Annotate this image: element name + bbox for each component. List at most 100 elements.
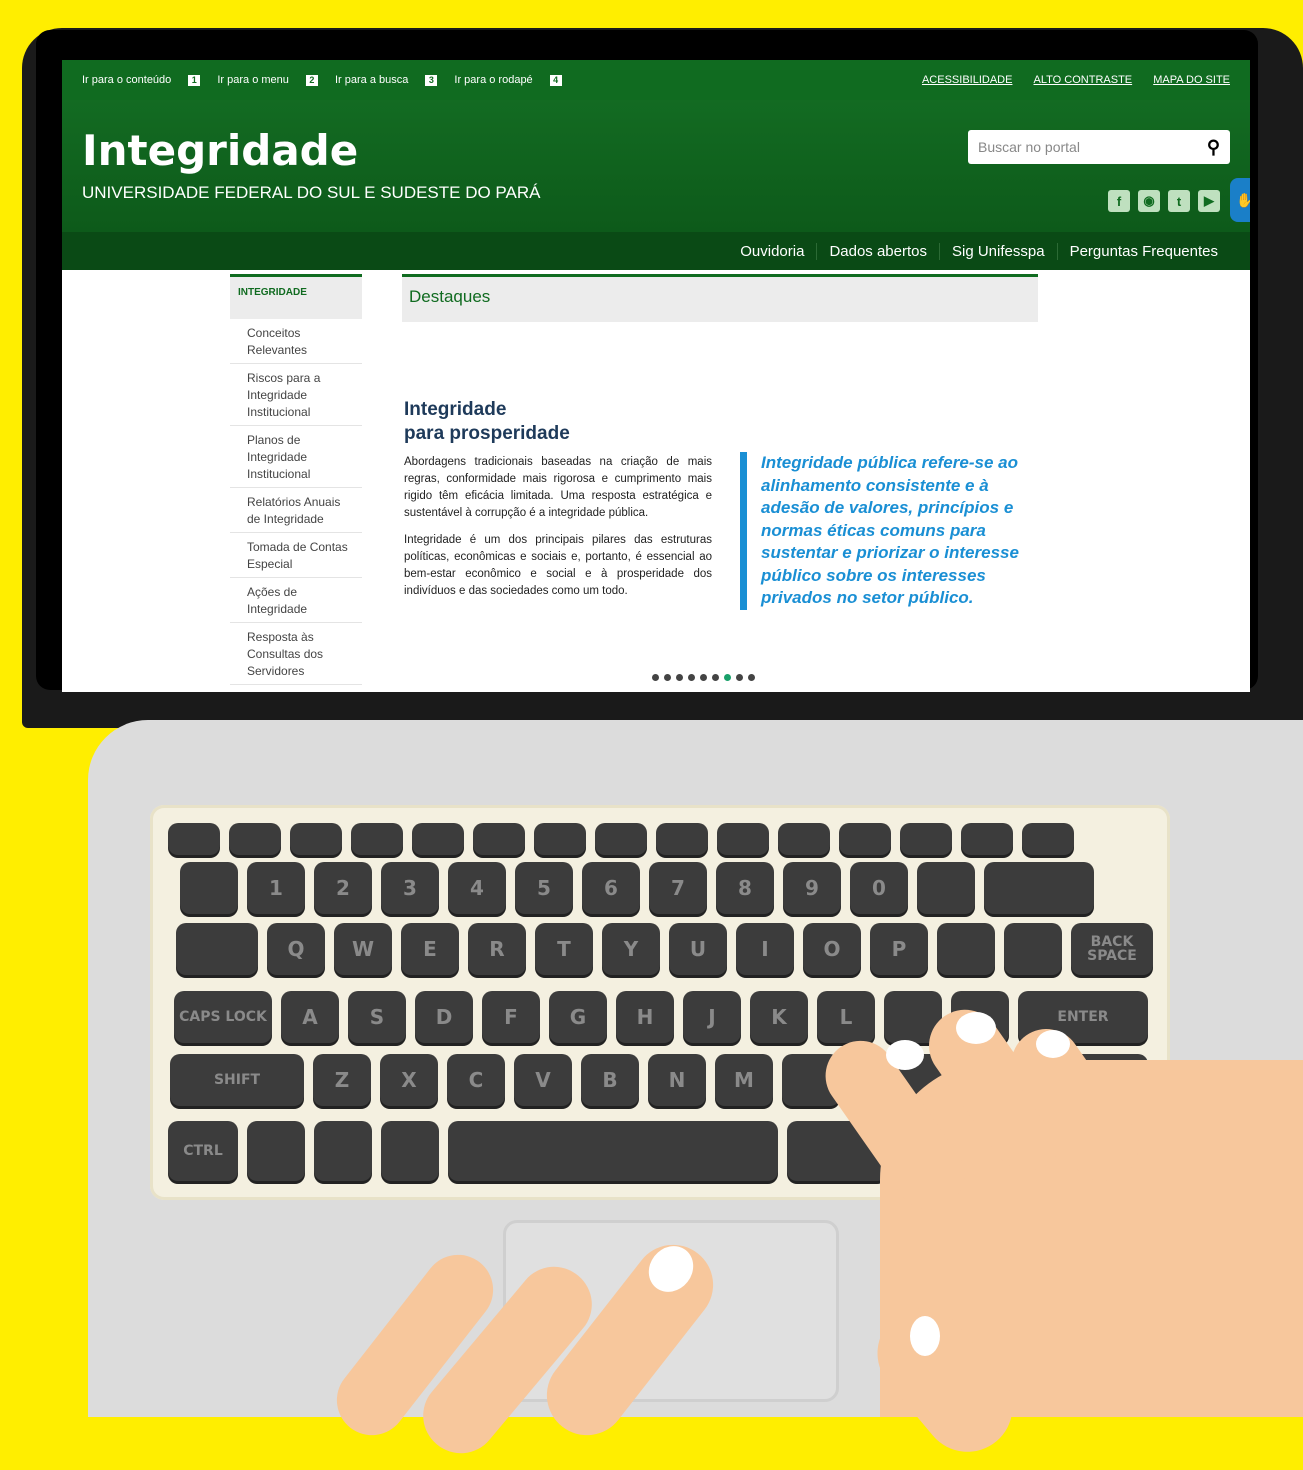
- carousel-dot[interactable]: [652, 674, 659, 681]
- keyboard-key[interactable]: [717, 823, 769, 855]
- keyboard-key[interactable]: 6: [582, 862, 640, 914]
- sidebar-item-riscos[interactable]: Riscos para a Integridade Institucional: [230, 364, 362, 426]
- keyboard-key[interactable]: [961, 823, 1013, 855]
- keyboard-key[interactable]: K: [750, 991, 808, 1043]
- keyboard-key[interactable]: B: [581, 1054, 639, 1106]
- sidebar-heading[interactable]: INTEGRIDADE: [230, 274, 362, 319]
- keyboard-key[interactable]: [1004, 923, 1062, 975]
- keyboard-key[interactable]: O: [803, 923, 861, 975]
- keyboard-key[interactable]: [656, 823, 708, 855]
- search-input[interactable]: Buscar no portal ⚲: [968, 130, 1230, 164]
- keyboard-key[interactable]: P: [870, 923, 928, 975]
- high-contrast-link[interactable]: ALTO CONTRASTE: [1034, 74, 1133, 86]
- instagram-icon[interactable]: ◉: [1138, 190, 1160, 212]
- youtube-icon[interactable]: ▶: [1198, 190, 1220, 212]
- keyboard-key[interactable]: M: [715, 1054, 773, 1106]
- keyboard-key[interactable]: CTRL: [168, 1121, 238, 1181]
- facebook-icon[interactable]: f: [1108, 190, 1130, 212]
- sidebar-item-acoes[interactable]: Ações de Integridade: [230, 578, 362, 623]
- keyboard-key[interactable]: [412, 823, 464, 855]
- keyboard-key[interactable]: D: [415, 991, 473, 1043]
- keyboard-key[interactable]: F: [482, 991, 540, 1043]
- keyboard-key[interactable]: [534, 823, 586, 855]
- nav-perguntas-frequentes[interactable]: Perguntas Frequentes: [1056, 242, 1230, 260]
- nav-ouvidoria[interactable]: Ouvidoria: [728, 243, 816, 260]
- search-icon[interactable]: ⚲: [1207, 137, 1220, 158]
- keyboard-key[interactable]: [247, 1121, 305, 1181]
- keyboard-key[interactable]: V: [514, 1054, 572, 1106]
- keyboard-key[interactable]: E: [401, 923, 459, 975]
- sidebar-item-relatorios[interactable]: Relatórios Anuais de Integridade: [230, 488, 362, 533]
- carousel-dot[interactable]: [700, 674, 707, 681]
- keyboard-key[interactable]: A: [281, 991, 339, 1043]
- carousel-dot[interactable]: [748, 674, 755, 681]
- skip-link-search[interactable]: Ir para a busca 3: [335, 74, 438, 86]
- keyboard-key[interactable]: C: [447, 1054, 505, 1106]
- keyboard-key[interactable]: 8: [716, 862, 774, 914]
- keyboard-key[interactable]: CAPS LOCK: [174, 991, 272, 1043]
- sidebar-item-resposta[interactable]: Resposta às Consultas dos Servidores: [230, 623, 362, 685]
- nav-sig-unifesspa[interactable]: Sig Unifesspa: [939, 242, 1057, 260]
- keyboard-key[interactable]: J: [683, 991, 741, 1043]
- skip-link-footer[interactable]: Ir para o rodapé 4: [454, 74, 562, 86]
- carousel-dot[interactable]: [664, 674, 671, 681]
- keyboard-key[interactable]: [448, 1121, 778, 1181]
- keyboard-key[interactable]: [473, 823, 525, 855]
- keyboard-key[interactable]: N: [648, 1054, 706, 1106]
- sidebar-item-conceitos[interactable]: Conceitos Relevantes: [230, 319, 362, 364]
- sidebar-item-tomada[interactable]: Tomada de Contas Especial: [230, 533, 362, 578]
- carousel-dot[interactable]: [676, 674, 683, 681]
- keyboard-key[interactable]: SHIFT: [170, 1054, 304, 1106]
- keyboard-key[interactable]: [381, 1121, 439, 1181]
- keyboard-key[interactable]: U: [669, 923, 727, 975]
- keyboard-key[interactable]: I: [736, 923, 794, 975]
- skip-link-menu[interactable]: Ir para o menu 2: [217, 74, 318, 86]
- keyboard-key[interactable]: Y: [602, 923, 660, 975]
- keyboard-key[interactable]: R: [468, 923, 526, 975]
- sitemap-link[interactable]: MAPA DO SITE: [1153, 74, 1230, 86]
- carousel-dot[interactable]: [688, 674, 695, 681]
- keyboard-key[interactable]: 0: [850, 862, 908, 914]
- keyboard-key[interactable]: [778, 823, 830, 855]
- keyboard-key[interactable]: [937, 923, 995, 975]
- accessibility-link[interactable]: ACESSIBILIDADE: [922, 74, 1012, 86]
- keyboard-key[interactable]: [984, 862, 1094, 914]
- keyboard-key[interactable]: 4: [448, 862, 506, 914]
- keyboard-key[interactable]: 9: [783, 862, 841, 914]
- keyboard-key[interactable]: T: [535, 923, 593, 975]
- keyboard-key[interactable]: H: [616, 991, 674, 1043]
- keyboard-key[interactable]: [900, 823, 952, 855]
- keyboard-key[interactable]: Q: [267, 923, 325, 975]
- keyboard-key[interactable]: 3: [381, 862, 439, 914]
- keyboard-key[interactable]: BACK SPACE: [1071, 923, 1153, 975]
- skip-link-content[interactable]: Ir para o conteúdo 1: [82, 74, 201, 86]
- keyboard-key[interactable]: [1022, 823, 1074, 855]
- keyboard-key[interactable]: [229, 823, 281, 855]
- keyboard-key[interactable]: [839, 823, 891, 855]
- keyboard-key[interactable]: 1: [247, 862, 305, 914]
- keyboard-key[interactable]: 5: [515, 862, 573, 914]
- keyboard-key[interactable]: L: [817, 991, 875, 1043]
- keyboard-key[interactable]: W: [334, 923, 392, 975]
- carousel-dot[interactable]: [712, 674, 719, 681]
- nav-dados-abertos[interactable]: Dados abertos: [816, 242, 939, 260]
- keyboard-key[interactable]: [314, 1121, 372, 1181]
- keyboard-key[interactable]: [351, 823, 403, 855]
- site-title[interactable]: Integridade: [82, 126, 358, 175]
- keyboard-key[interactable]: [595, 823, 647, 855]
- keyboard-key[interactable]: [290, 823, 342, 855]
- carousel-dot[interactable]: [724, 674, 731, 681]
- keyboard-key[interactable]: X: [380, 1054, 438, 1106]
- keyboard-key[interactable]: [180, 862, 238, 914]
- keyboard-key[interactable]: [917, 862, 975, 914]
- keyboard-key[interactable]: G: [549, 991, 607, 1043]
- sign-language-icon[interactable]: ✋: [1230, 178, 1250, 222]
- carousel-dot[interactable]: [736, 674, 743, 681]
- sidebar-item-planos[interactable]: Planos de Integridade Institucional: [230, 426, 362, 488]
- keyboard-key[interactable]: [176, 923, 258, 975]
- twitter-icon[interactable]: t: [1168, 190, 1190, 212]
- keyboard-key[interactable]: S: [348, 991, 406, 1043]
- keyboard-key[interactable]: Z: [313, 1054, 371, 1106]
- keyboard-key[interactable]: [168, 823, 220, 855]
- keyboard-key[interactable]: 7: [649, 862, 707, 914]
